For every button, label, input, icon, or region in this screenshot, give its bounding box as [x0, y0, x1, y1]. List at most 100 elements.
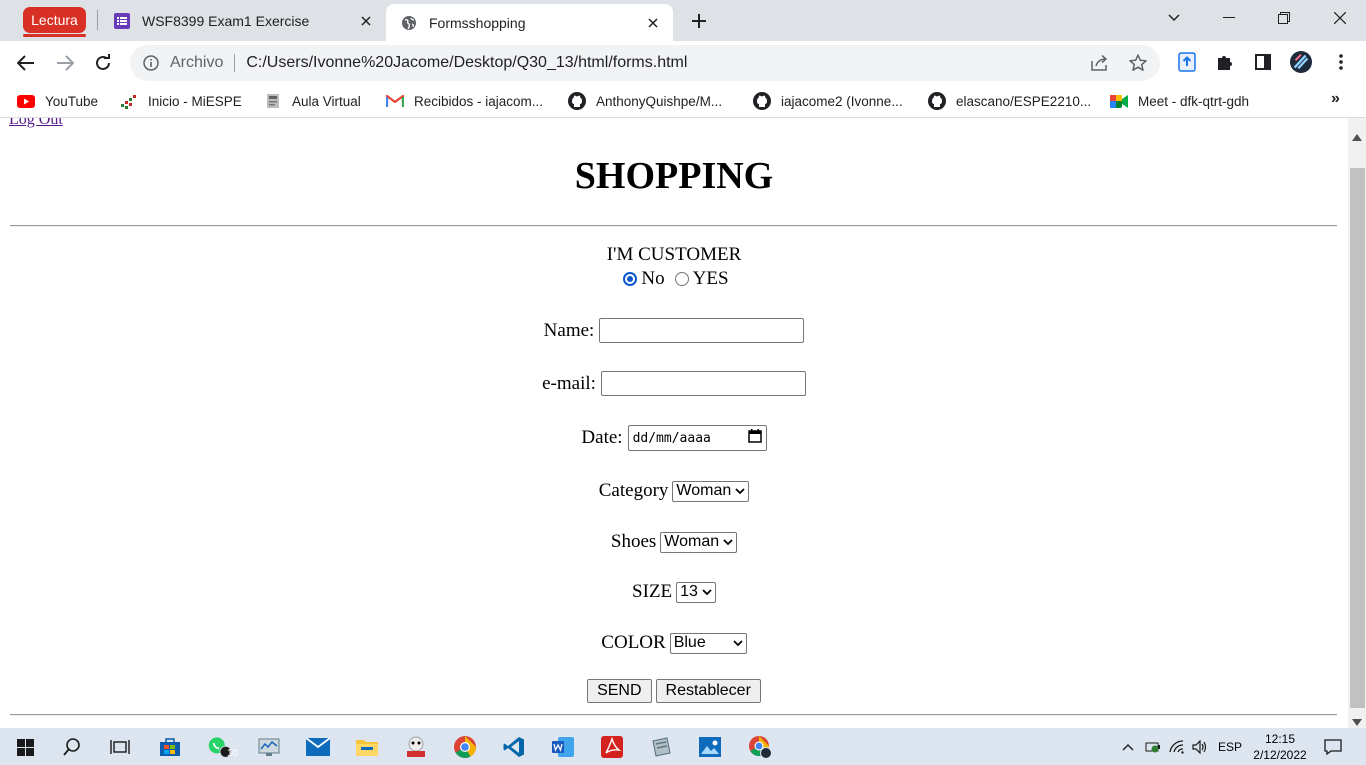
date-input[interactable]: dd/mm/aaaa — [627, 425, 767, 451]
email-input[interactable] — [600, 371, 806, 396]
top-link[interactable]: Log Out — [9, 118, 63, 129]
pdf24-icon[interactable] — [404, 735, 428, 759]
meet-icon — [1110, 92, 1128, 110]
bookmark-label: Recibidos - iajacom... — [414, 93, 544, 109]
gmail-icon — [386, 92, 404, 110]
battery-icon[interactable] — [1144, 738, 1162, 756]
name-input[interactable] — [599, 318, 805, 343]
system-clock[interactable]: 12:15 2/12/2022 — [1252, 731, 1308, 763]
send-button[interactable]: SEND — [587, 679, 652, 703]
photos-icon[interactable] — [698, 735, 722, 759]
radio-yes[interactable] — [674, 272, 689, 286]
size-selected-value: 13 — [680, 583, 698, 600]
bookmark-youtube[interactable]: YouTube — [17, 91, 98, 111]
back-arrow-icon[interactable] — [13, 50, 39, 76]
tab-separator — [97, 10, 98, 30]
close-icon[interactable] — [356, 11, 376, 31]
bookmarks-overflow-button[interactable]: » — [1331, 90, 1340, 108]
shoes-label: Shoes — [610, 531, 657, 552]
microsoft-store-icon[interactable] — [158, 735, 182, 759]
mail-icon[interactable] — [306, 735, 330, 759]
extensions-puzzle-icon[interactable] — [1214, 51, 1236, 73]
close-window-icon[interactable] — [1325, 6, 1355, 30]
bookmark-miespe[interactable]: Inicio - MiESPE — [120, 91, 242, 111]
customer-question: I'M CUSTOMER — [0, 244, 1348, 266]
extension-upload-icon[interactable] — [1176, 51, 1198, 73]
url-scheme-label: Archivo — [170, 54, 224, 71]
notifications-icon[interactable] — [1323, 738, 1343, 756]
close-icon[interactable] — [643, 13, 663, 33]
whatsapp-icon[interactable]: 10 — [208, 735, 238, 759]
reset-button[interactable]: Restablecer — [655, 679, 761, 703]
bookmark-aula-virtual[interactable]: Aula Virtual — [264, 91, 361, 111]
url-text[interactable]: C:/Users/Ivonne%20Jacome/Desktop/Q30_13/… — [246, 54, 687, 72]
input-language[interactable]: ESP — [1216, 738, 1244, 756]
minimize-icon[interactable] — [1214, 6, 1244, 30]
shoes-row: Shoes Woman — [0, 531, 1348, 553]
wifi-icon[interactable] — [1168, 738, 1186, 756]
resource-monitor-icon[interactable] — [257, 735, 281, 759]
color-label: COLOR — [601, 632, 666, 653]
bookmark-github-iajacome2[interactable]: iajacome2 (Ivonne... — [753, 91, 903, 111]
forward-arrow-icon[interactable] — [52, 50, 78, 76]
chevron-down-icon — [702, 588, 712, 596]
github-icon — [568, 92, 586, 110]
customer-label: I'M CUSTOMER — [606, 244, 742, 265]
calendar-icon[interactable] — [747, 429, 762, 447]
bookmark-meet[interactable]: Meet - dfk-qtrt-gdh — [1110, 91, 1249, 111]
reload-icon[interactable] — [90, 50, 116, 76]
chrome-icon[interactable] — [453, 735, 477, 759]
profile-avatar[interactable] — [1290, 51, 1312, 73]
side-panel-icon[interactable] — [1252, 51, 1274, 73]
show-hidden-icons-chevron-icon[interactable] — [1120, 738, 1136, 756]
bookmark-label: AnthonyQuishpe/M... — [596, 93, 723, 109]
bookmark-star-icon[interactable] — [1128, 53, 1148, 73]
tab-search-chevron-icon[interactable] — [1159, 6, 1189, 30]
bookmark-gmail[interactable]: Recibidos - iajacom... — [386, 91, 543, 111]
size-select[interactable]: 13 — [676, 581, 716, 603]
word-icon[interactable] — [551, 735, 575, 759]
category-selected-value: Woman — [676, 482, 732, 499]
restore-icon[interactable] — [1269, 6, 1299, 30]
bookmark-github-elascano[interactable]: elascano/ESPE2210... — [928, 91, 1091, 111]
new-tab-plus-icon[interactable] — [688, 10, 710, 32]
radio-no-label: No — [641, 268, 665, 289]
page-title: SHOPPING — [574, 155, 774, 197]
acrobat-icon[interactable] — [600, 735, 624, 759]
vscode-icon[interactable] — [502, 735, 526, 759]
address-bar[interactable]: Archivo C:/Users/Ivonne%20Jacome/Desktop… — [130, 45, 1160, 81]
task-view-icon[interactable] — [108, 735, 132, 759]
whatsapp-badge: 10 — [227, 748, 239, 759]
form-buttons: SEND Restablecer — [0, 679, 1348, 703]
windows-taskbar: 10 ESP 12:15 2/12/2022 — [0, 728, 1366, 765]
bookmark-label: Aula Virtual — [292, 93, 361, 109]
info-icon[interactable] — [142, 54, 160, 72]
search-icon[interactable] — [60, 735, 84, 759]
github-icon — [928, 92, 946, 110]
tab-title: Formsshopping — [429, 14, 526, 31]
more-menu-icon[interactable] — [1330, 51, 1352, 73]
tab-forms-exercise[interactable]: WSF8399 Exam1 Exercise — [100, 0, 386, 41]
github-icon — [753, 92, 771, 110]
date-placeholder: dd/mm/aaaa — [632, 430, 711, 446]
bookmark-label: YouTube — [45, 93, 99, 109]
radio-no[interactable] — [623, 272, 638, 286]
volume-icon[interactable] — [1191, 738, 1209, 756]
windows-start-icon[interactable] — [13, 735, 37, 759]
shoes-select[interactable]: Woman — [660, 531, 738, 553]
scroll-up-arrow-icon[interactable] — [1352, 128, 1362, 146]
share-icon[interactable] — [1090, 53, 1110, 73]
horizontal-rule — [10, 225, 1337, 227]
notes-app-icon[interactable] — [649, 735, 673, 759]
reading-mode-button[interactable]: Lectura — [23, 7, 86, 37]
bookmark-github-anthony[interactable]: AnthonyQuishpe/M... — [568, 91, 722, 111]
category-select[interactable]: Woman — [672, 480, 750, 502]
color-select[interactable]: Blue — [669, 632, 747, 654]
scrollbar-thumb[interactable] — [1350, 168, 1365, 708]
file-explorer-icon[interactable] — [355, 735, 379, 759]
forms-icon — [113, 12, 130, 29]
chrome-active-window-icon[interactable] — [747, 735, 773, 759]
name-label: Name: — [543, 319, 595, 341]
tab-formsshopping[interactable]: Formsshopping — [386, 4, 673, 41]
category-label: Category — [598, 480, 669, 501]
